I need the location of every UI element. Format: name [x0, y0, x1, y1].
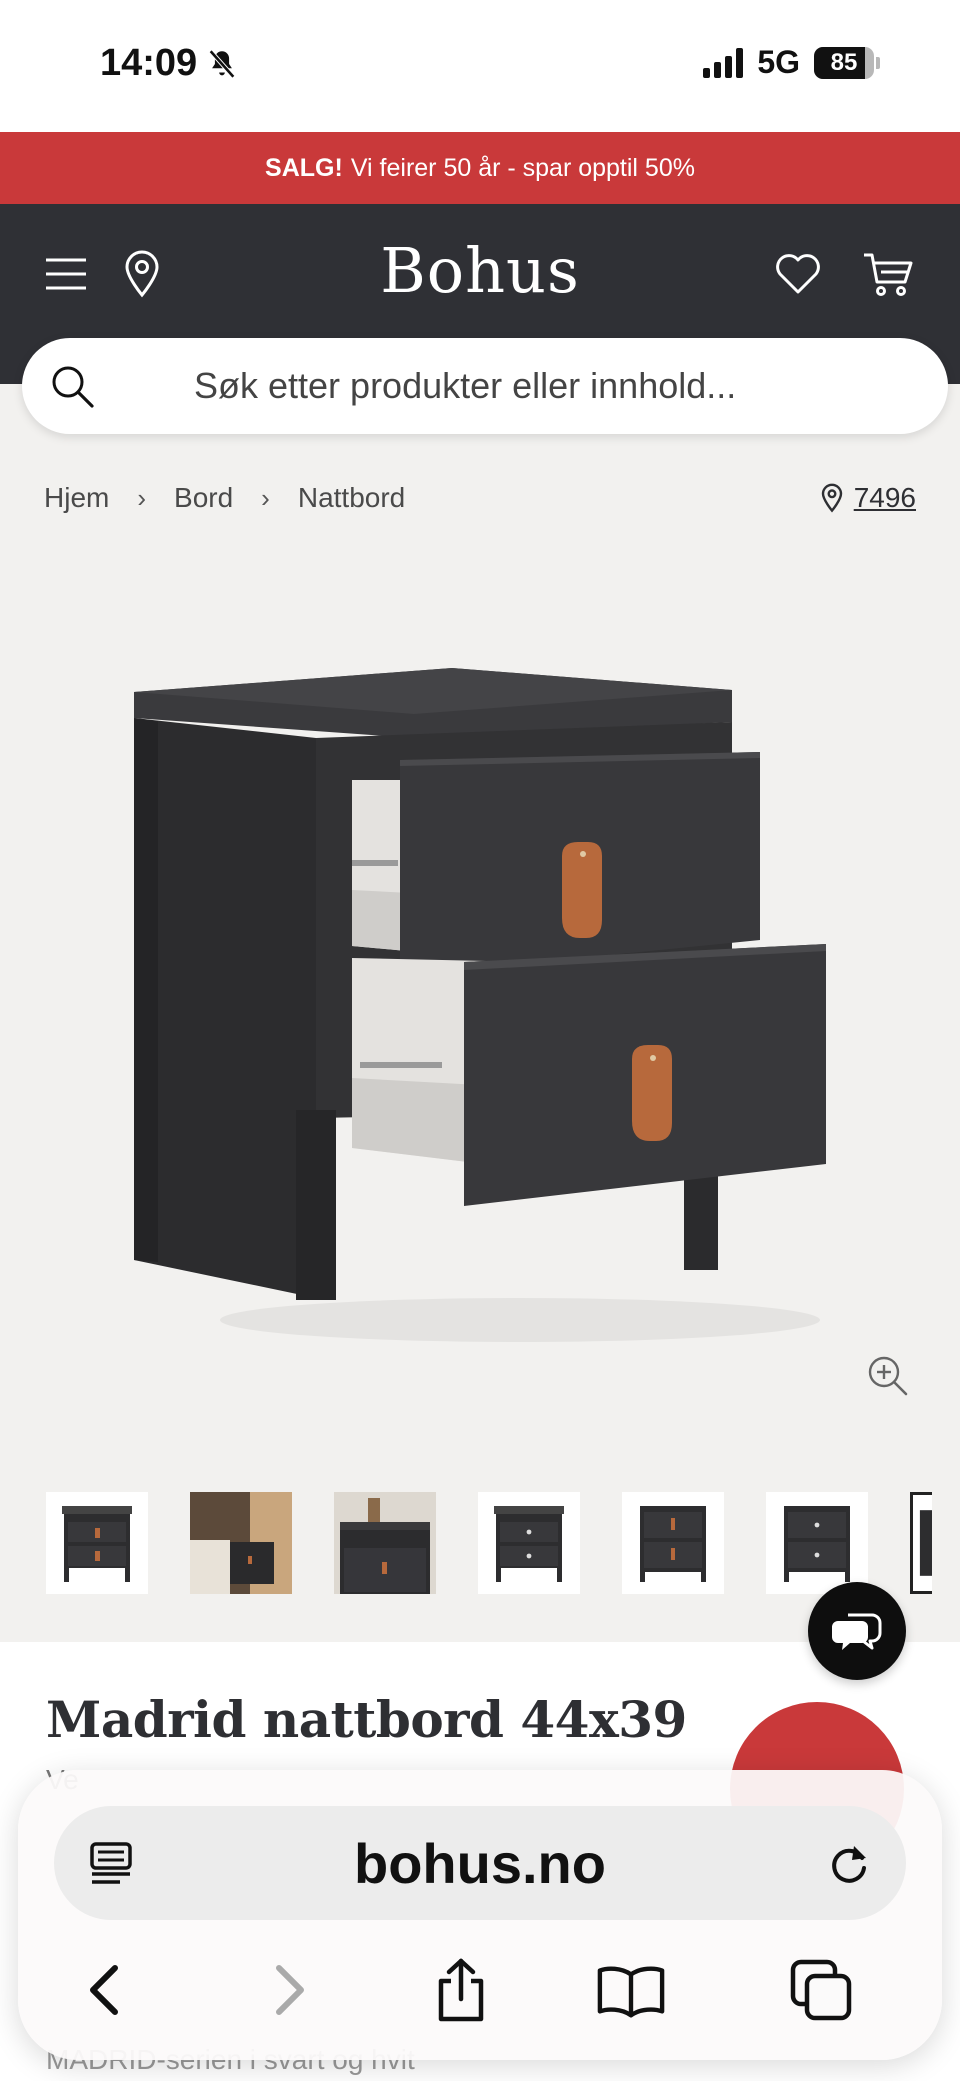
browser-nav: [18, 1945, 942, 2035]
sale-highlight: SALG!: [265, 153, 343, 182]
thumbnail[interactable]: [478, 1492, 580, 1594]
thumbnail-image: [62, 1506, 132, 1582]
thumbnail-image: [494, 1506, 564, 1582]
menu-button[interactable]: [36, 244, 96, 304]
heart-icon: [776, 254, 820, 294]
status-time: 14:09: [100, 42, 198, 84]
reader-icon[interactable]: [86, 1838, 136, 1888]
reload-icon[interactable]: [824, 1838, 874, 1888]
thumbnail-image: [784, 1506, 850, 1582]
battery-tip: [876, 56, 880, 69]
network-label: 5G: [757, 44, 800, 80]
thumbnail[interactable]: [766, 1492, 868, 1594]
breadcrumb-home[interactable]: Hjem: [44, 482, 109, 514]
share-icon: [438, 1958, 484, 2022]
sale-banner[interactable]: SALG! Vi feirer 50 år - spar opptil 50%: [0, 132, 960, 204]
search-icon[interactable]: [48, 362, 96, 410]
breadcrumb-chevron-icon: ›: [261, 482, 270, 513]
back-button[interactable]: [70, 1955, 140, 2025]
store-selector[interactable]: 7496: [820, 482, 916, 514]
thumbnail[interactable]: [46, 1492, 148, 1594]
thumbnail[interactable]: [910, 1492, 932, 1594]
battery-icon: 85: [814, 46, 874, 79]
address-bar[interactable]: bohus.no: [54, 1806, 906, 1920]
cart-button[interactable]: [858, 244, 918, 304]
bookmarks-button[interactable]: [596, 1955, 666, 2025]
thumbnail[interactable]: [334, 1492, 436, 1594]
chat-button[interactable]: [808, 1582, 906, 1680]
search-input[interactable]: [22, 338, 948, 434]
browser-toolbar: bohus.no: [18, 1770, 942, 2060]
forward-button[interactable]: [254, 1955, 324, 2025]
thumbnail-strip: [46, 1492, 932, 1594]
store-locator-button[interactable]: [112, 244, 172, 304]
breadcrumb-chevron-icon: ›: [137, 482, 147, 513]
thumbnail-image: [190, 1492, 292, 1594]
url-text: bohus.no: [354, 1831, 606, 1895]
tabs-icon: [790, 1959, 852, 2021]
status-right: 5G 85: [703, 44, 880, 81]
signal-icon: [703, 47, 744, 78]
wishlist-button[interactable]: [768, 244, 828, 304]
breadcrumb-bord[interactable]: Bord: [174, 482, 233, 514]
back-icon: [90, 1965, 118, 2015]
cart-icon: [864, 253, 913, 296]
chat-icon: [832, 1613, 882, 1650]
store-number-link[interactable]: 7496: [854, 482, 916, 514]
search-bar: [22, 338, 948, 434]
thumbnail-image: [919, 1510, 932, 1576]
product-title: Madrid nattbord 44x39: [46, 1690, 687, 1749]
breadcrumb-nattbord[interactable]: Nattbord: [298, 482, 405, 514]
battery-level: 85: [830, 48, 858, 76]
thumbnail[interactable]: [622, 1492, 724, 1594]
thumbnail-image: [334, 1492, 436, 1594]
bell-muted-icon: [209, 49, 236, 78]
thumbnail-image: [640, 1506, 706, 1582]
thumbnail[interactable]: [190, 1492, 292, 1594]
menu-icon: [46, 258, 86, 290]
zoom-icon[interactable]: [864, 1352, 910, 1398]
forward-icon: [276, 1965, 304, 2015]
tabs-button[interactable]: [786, 1955, 856, 2025]
breadcrumb: Hjem › Bord › Nattbord: [44, 482, 405, 514]
location-pin-icon: [125, 250, 159, 298]
bookmarks-icon: [597, 1966, 665, 2018]
status-bar: 14:09 5G 85: [0, 0, 960, 132]
status-time-wrap: 14:09: [100, 42, 239, 85]
sale-text: Vi feirer 50 år - spar opptil 50%: [350, 153, 695, 182]
location-pin-icon: [821, 483, 842, 513]
product-image[interactable]: [120, 640, 840, 1360]
share-button[interactable]: [426, 1955, 496, 2025]
